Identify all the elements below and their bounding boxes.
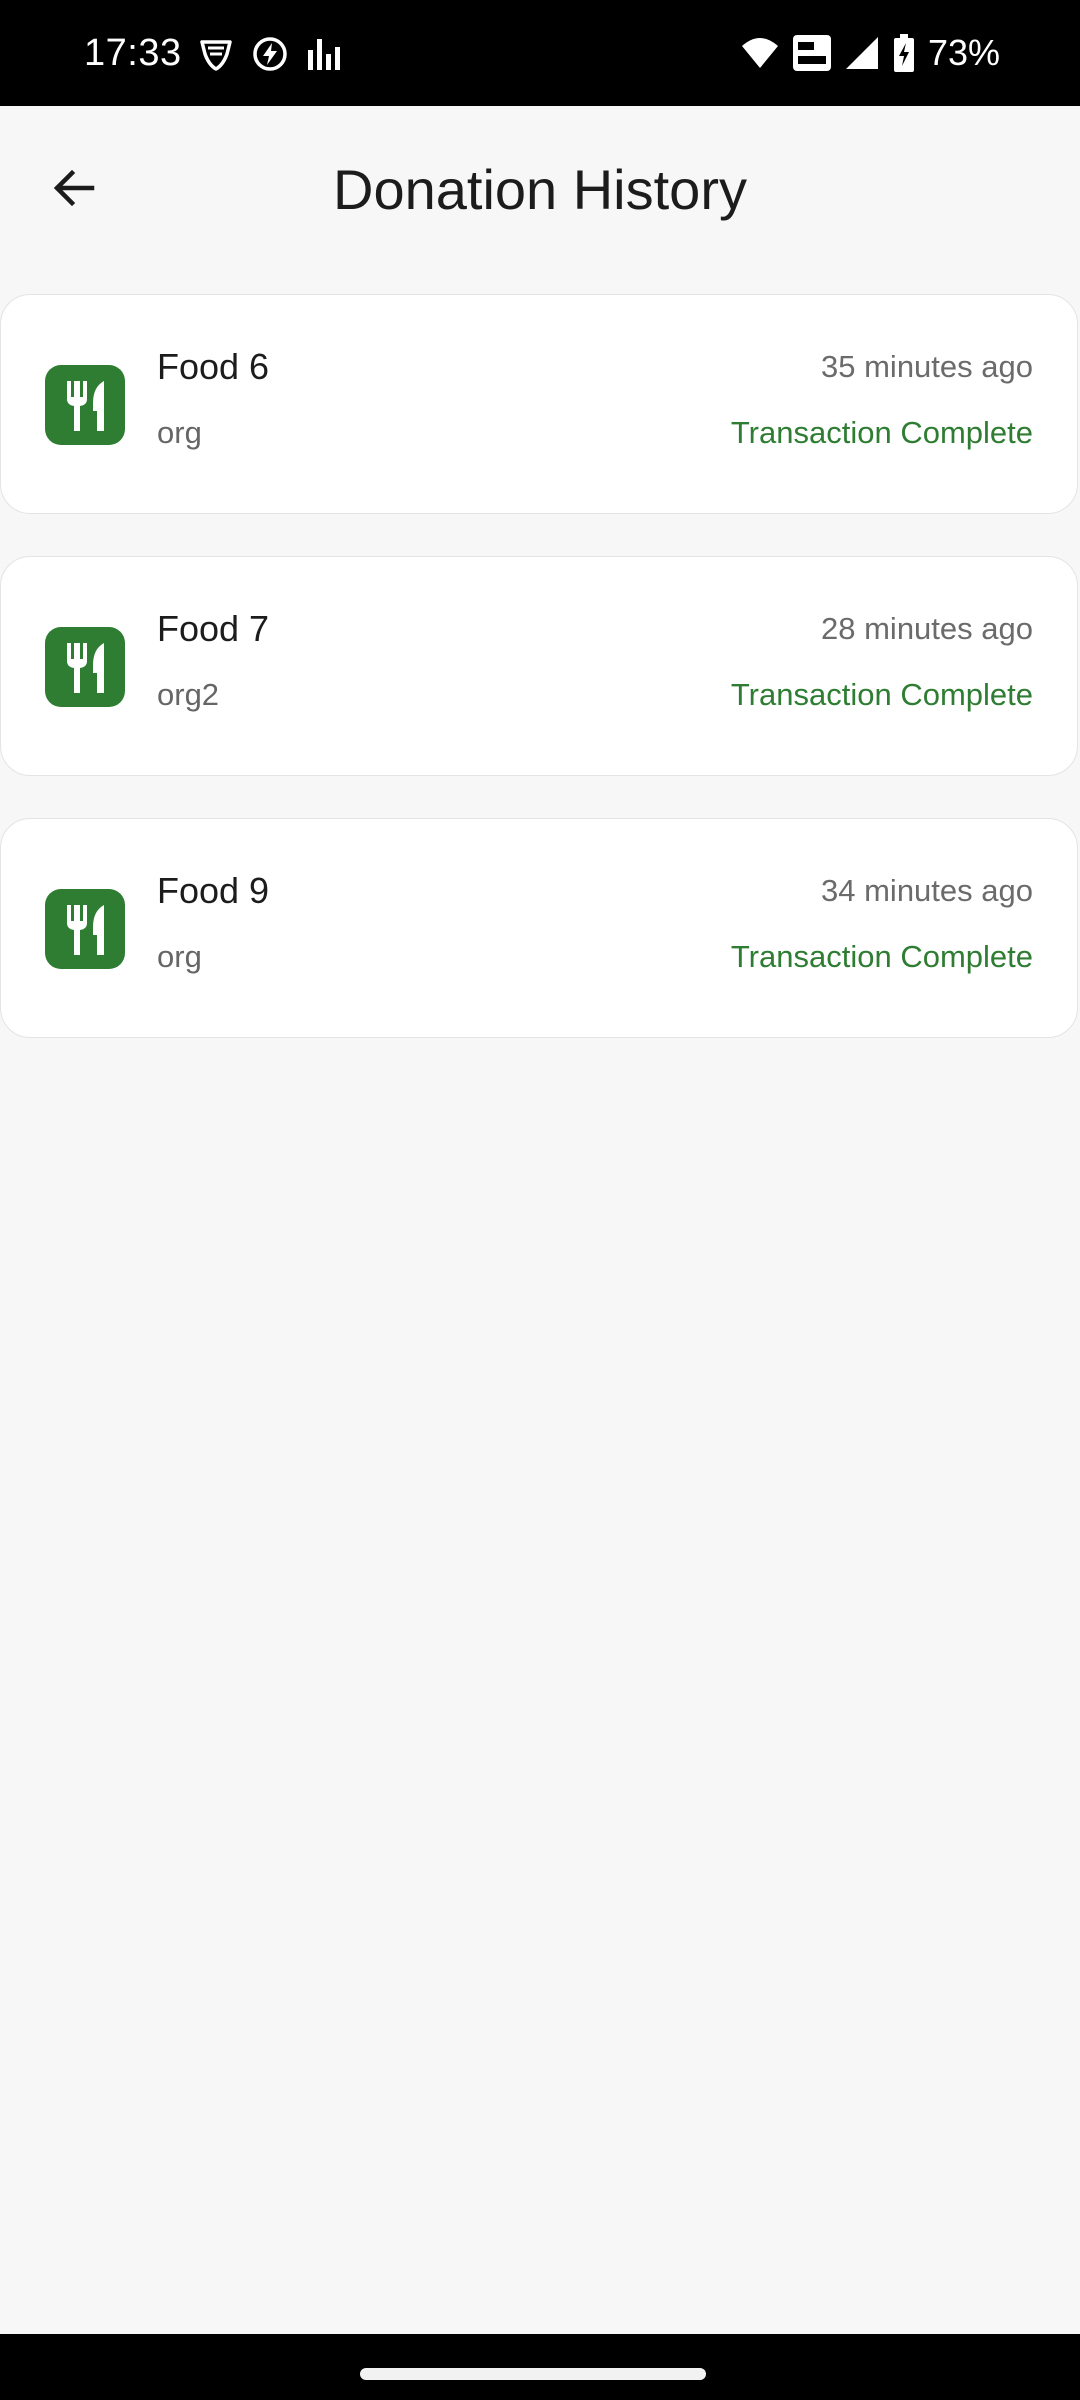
donation-org: org2 (157, 677, 220, 712)
donation-title: Food 7 (157, 608, 270, 649)
wifi-icon (740, 35, 780, 71)
status-time: 17:33 (84, 32, 182, 74)
restaurant-icon (45, 365, 125, 445)
battery-percentage: 73% (927, 32, 1000, 73)
app-bar: Donation History (0, 106, 1080, 274)
vowifi-icon (792, 33, 832, 73)
signal-icon (844, 35, 880, 71)
vpn-shield-icon (196, 34, 236, 74)
donation-card[interactable]: Food 9 org 34 minutes ago Transaction Co… (0, 818, 1078, 1038)
donation-status: Transaction Complete (730, 677, 1033, 712)
bolt-icon (250, 34, 290, 74)
donation-status: Transaction Complete (730, 939, 1033, 974)
donation-title: Food 9 (157, 870, 270, 911)
home-indicator[interactable] (360, 2368, 706, 2380)
navigation-bar (0, 2334, 1080, 2400)
donation-time: 28 minutes ago (821, 611, 1033, 646)
donation-status: Transaction Complete (730, 415, 1033, 450)
donation-card[interactable]: Food 7 org2 28 minutes ago Transaction C… (0, 556, 1078, 776)
restaurant-icon (45, 889, 125, 969)
restaurant-icon (45, 627, 125, 707)
status-right-icons: 73% (740, 28, 1000, 78)
status-left-icons (196, 30, 344, 78)
status-bar: 17:33 73% (0, 0, 1080, 106)
donation-org: org (157, 939, 202, 974)
donation-org: org (157, 415, 202, 450)
page-title: Donation History (333, 158, 747, 221)
donation-title: Food 6 (157, 346, 270, 387)
bars-icon (304, 34, 344, 74)
battery-charging-icon (892, 33, 916, 73)
donation-card[interactable]: Food 6 org 35 minutes ago Transaction Co… (0, 294, 1078, 514)
donation-time: 34 minutes ago (821, 873, 1033, 908)
donation-time: 35 minutes ago (821, 349, 1033, 384)
